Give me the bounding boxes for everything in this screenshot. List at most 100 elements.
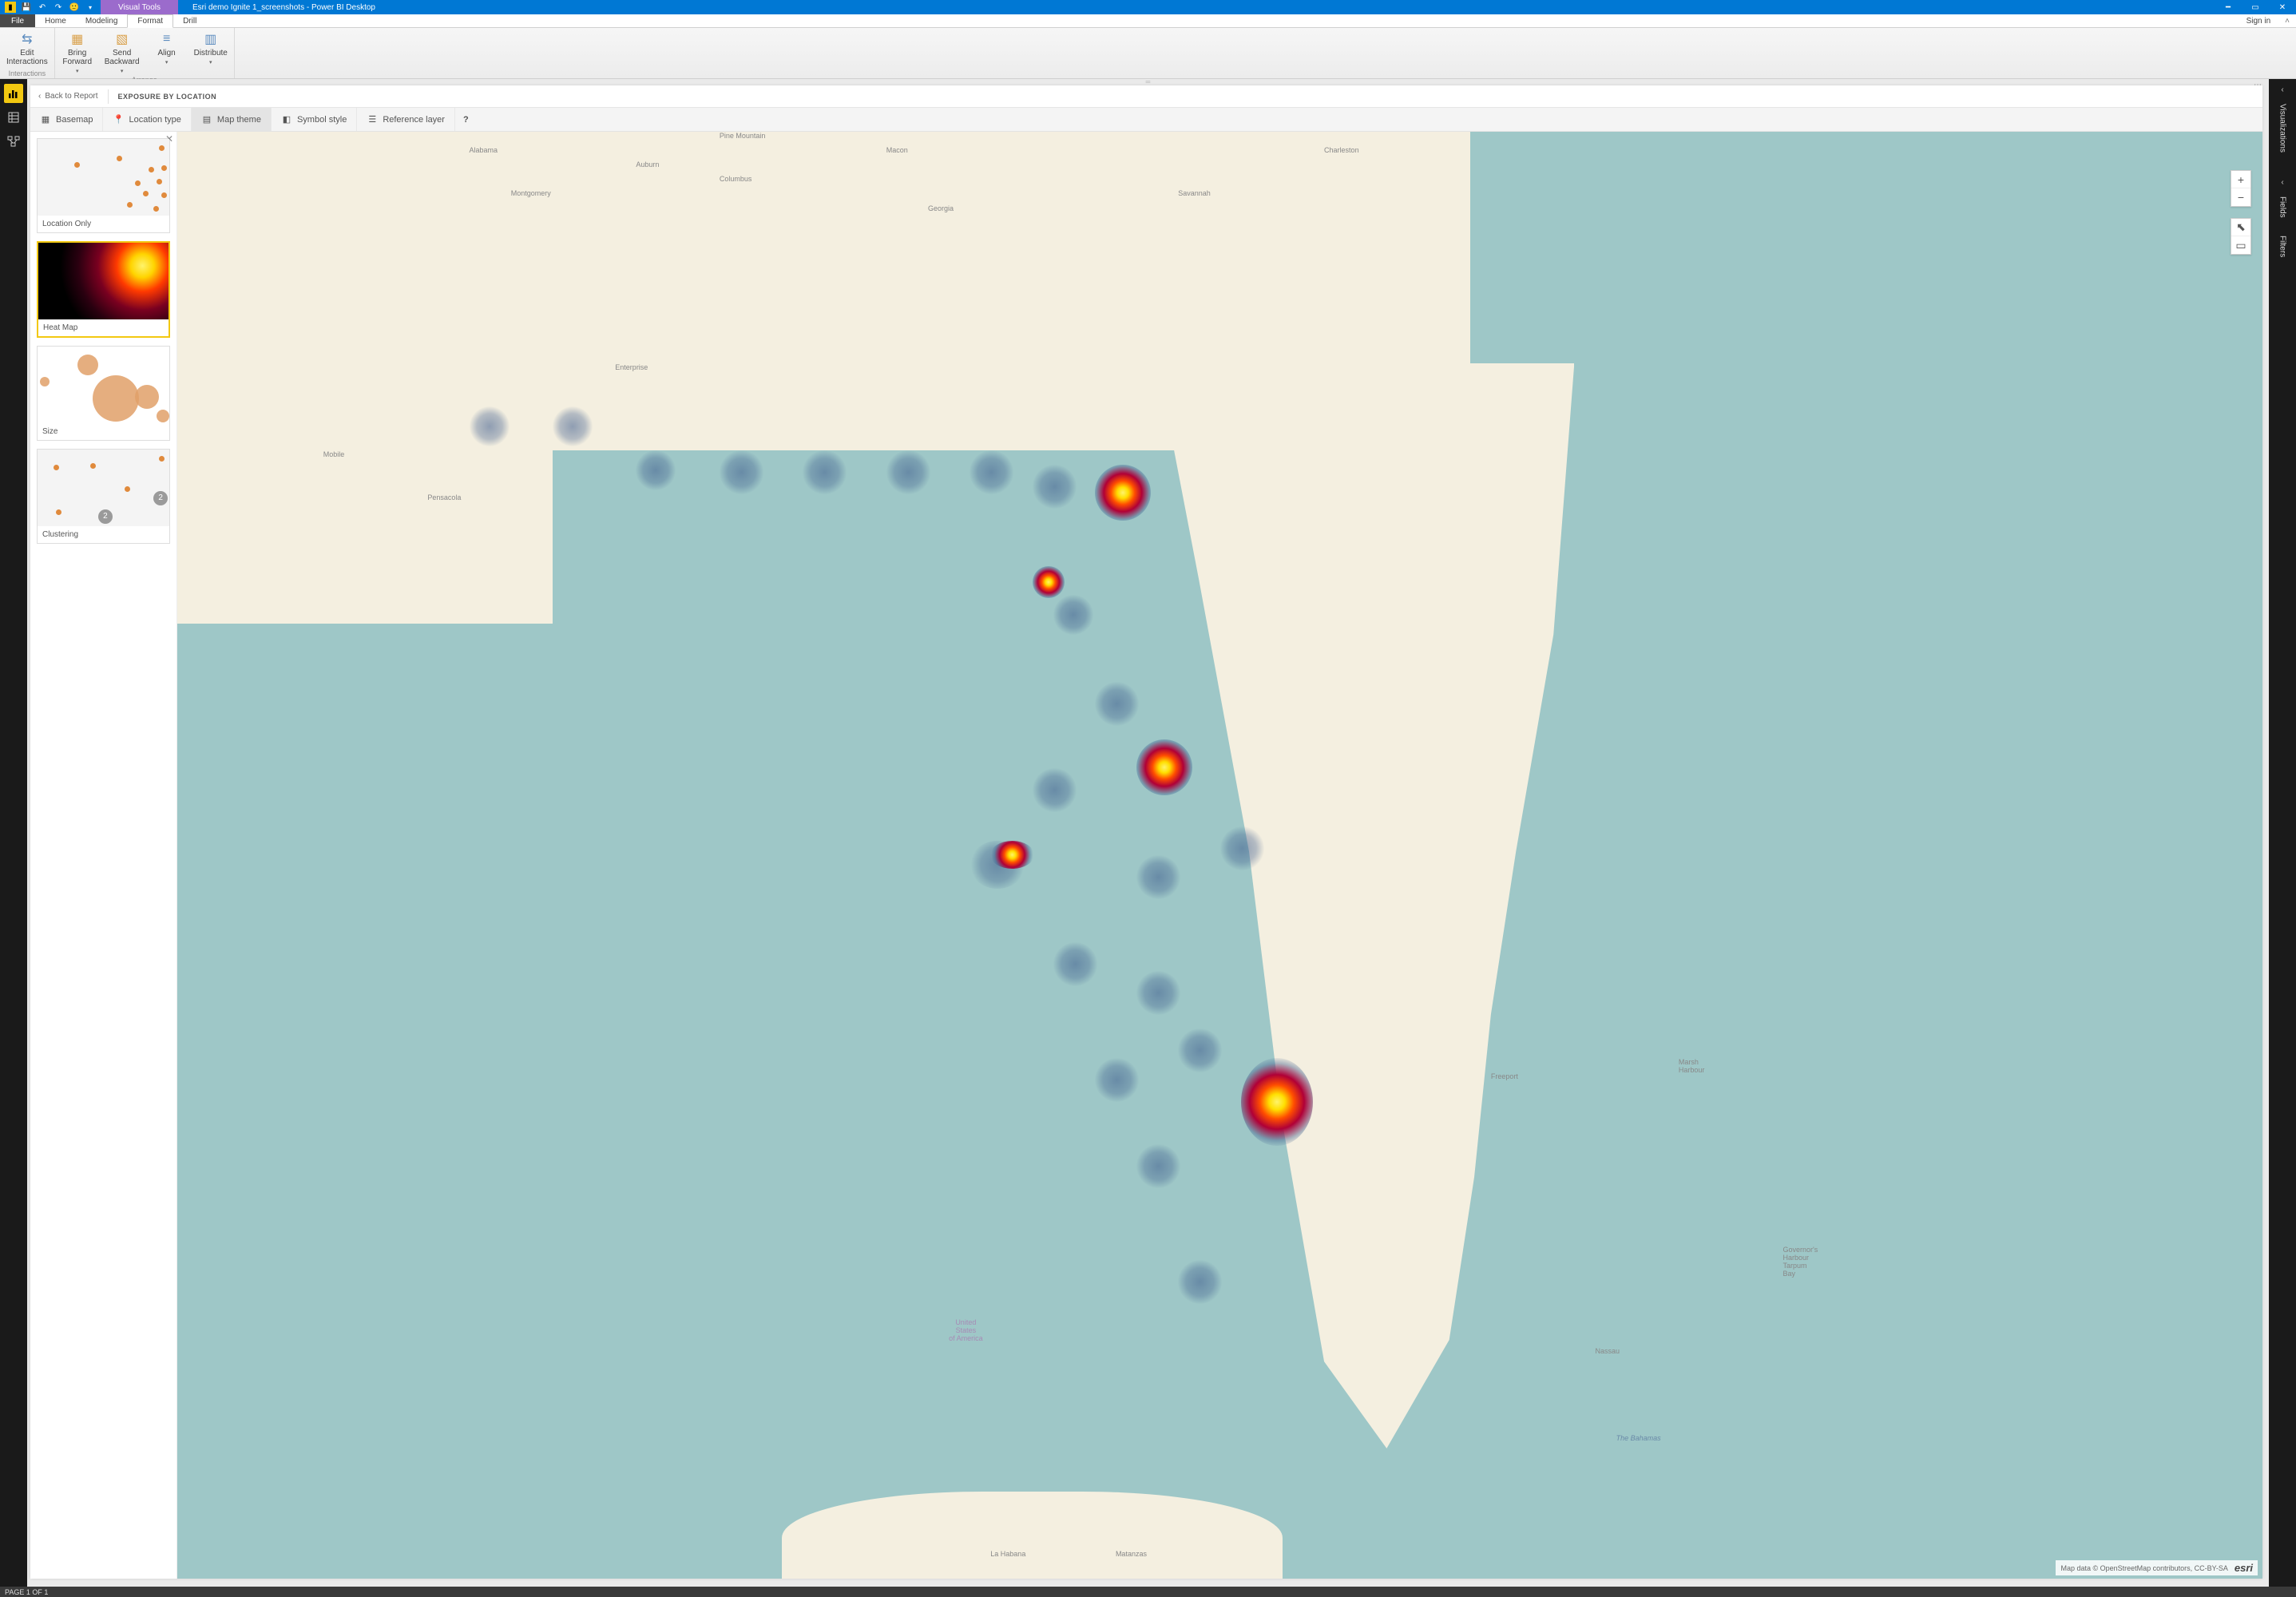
- pointer-tool-icon[interactable]: ⬉: [2231, 219, 2250, 236]
- map-canvas[interactable]: Montgomery Alabama Auburn Columbus Pine …: [177, 132, 2262, 1579]
- panel-filters[interactable]: Filters: [2278, 236, 2287, 257]
- zoom-out-button[interactable]: −: [2231, 188, 2250, 206]
- redo-icon[interactable]: ↷: [53, 2, 64, 13]
- ribbon-group-arrange: ▦ Bring Forward ▾ ▧ Send Backward ▾ ≡ Al…: [55, 28, 235, 78]
- city-savannah: Savannah: [1178, 189, 1211, 197]
- back-to-report-link[interactable]: ‹ Back to Report: [38, 92, 98, 101]
- distribute-button[interactable]: ▥ Distribute ▾: [192, 30, 229, 67]
- city-matanzas: Matanzas: [1116, 1550, 1147, 1558]
- tab-format[interactable]: Format: [127, 14, 173, 28]
- size-theme-label: Size: [38, 423, 169, 440]
- symbol-style-label: Symbol style: [297, 115, 347, 125]
- save-icon[interactable]: 💾: [21, 2, 32, 13]
- right-panels: ‹ Visualizations ‹ Fields Filters: [2269, 79, 2296, 1587]
- map-area: ✕: [30, 132, 2262, 1579]
- select-rect-icon[interactable]: ▭: [2231, 236, 2250, 254]
- basemap-tool[interactable]: ▦ Basemap: [30, 108, 103, 131]
- label-bahamas: The Bahamas: [1616, 1434, 1661, 1442]
- workspace: ═ ⋯ ‹ Back to Report EXPOSURE BY LOCATIO…: [0, 79, 2296, 1587]
- city-marsh: Marsh Harbour: [1679, 1058, 1705, 1074]
- titlebar: ▮ 💾 ↶ ↷ 🙂 ▾ Visual Tools Esri demo Ignit…: [0, 0, 2296, 14]
- theme-location-only[interactable]: Location Only: [37, 138, 170, 233]
- panel-fields[interactable]: Fields: [2278, 196, 2287, 218]
- window-title: Esri demo Ignite 1_screenshots - Power B…: [192, 3, 2215, 12]
- align-label: Align: [157, 49, 175, 57]
- tab-home[interactable]: Home: [35, 14, 76, 27]
- theme-size[interactable]: Size: [37, 346, 170, 441]
- contextual-tab-visual-tools[interactable]: Visual Tools: [101, 0, 178, 14]
- size-thumb: [38, 347, 169, 423]
- edit-interactions-button[interactable]: ⇆ Edit Interactions: [5, 30, 50, 68]
- visual-header: ‹ Back to Report EXPOSURE BY LOCATION: [30, 85, 2262, 108]
- visual-title: EXPOSURE BY LOCATION: [118, 93, 217, 101]
- align-button[interactable]: ≡ Align ▾: [149, 30, 184, 67]
- data-view-icon[interactable]: [4, 108, 23, 127]
- label-usa: United States of America: [949, 1318, 983, 1342]
- help-button[interactable]: ?: [455, 108, 477, 131]
- theme-clustering[interactable]: 2 2 Clustering: [37, 449, 170, 544]
- city-pensacola: Pensacola: [427, 493, 461, 501]
- ribbon-group-interactions: ⇆ Edit Interactions Interactions: [0, 28, 55, 78]
- heat-map-label: Heat Map: [38, 319, 169, 336]
- report-view-icon[interactable]: [4, 84, 23, 103]
- close-button[interactable]: ✕: [2269, 0, 2296, 14]
- symbol-style-tool[interactable]: ◧ Symbol style: [272, 108, 357, 131]
- file-tab[interactable]: File: [0, 14, 35, 27]
- cluster-badge: 2: [153, 491, 168, 505]
- theme-panel: ✕: [30, 132, 177, 1579]
- app-icon: ▮: [5, 2, 16, 13]
- sign-in-link[interactable]: Sign in: [2239, 14, 2279, 27]
- minimize-button[interactable]: ━: [2215, 0, 2242, 14]
- zoom-in-button[interactable]: +: [2231, 171, 2250, 188]
- smiley-icon[interactable]: 🙂: [69, 2, 80, 13]
- drag-handle-icon[interactable]: ═: [1136, 79, 1160, 84]
- select-tools: ⬉ ▭: [2231, 218, 2251, 255]
- attribution-text: Map data © OpenStreetMap contributors, C…: [2060, 1564, 2227, 1572]
- qat-dropdown-icon[interactable]: ▾: [85, 2, 96, 13]
- status-bar: PAGE 1 OF 1: [0, 1587, 2296, 1597]
- align-icon: ≡: [159, 31, 175, 47]
- model-view-icon[interactable]: [4, 132, 23, 151]
- theme-heat-map[interactable]: Heat Map: [37, 241, 170, 338]
- interactions-icon: ⇆: [19, 31, 35, 47]
- page-indicator: PAGE 1 OF 1: [5, 1588, 48, 1596]
- send-backward-icon: ▧: [114, 31, 130, 47]
- city-montgomery: Montgomery: [511, 189, 551, 197]
- state-alabama: Alabama: [470, 146, 498, 154]
- collapse-ribbon-icon[interactable]: ˄: [2278, 14, 2296, 27]
- report-canvas: ═ ⋯ ‹ Back to Report EXPOSURE BY LOCATIO…: [27, 79, 2269, 1587]
- city-lahabana: La Habana: [990, 1550, 1025, 1558]
- panel-visualizations[interactable]: Visualizations: [2278, 104, 2287, 153]
- location-type-tool[interactable]: 📍 Location type: [103, 108, 191, 131]
- zoom-control: + −: [2231, 170, 2251, 207]
- group-label-interactions: Interactions: [5, 69, 50, 78]
- send-backward-label: Send Backward: [105, 49, 140, 66]
- map-theme-tool[interactable]: ▤ Map theme: [192, 108, 272, 131]
- quick-access-toolbar: ▮ 💾 ↶ ↷ 🙂 ▾: [0, 2, 101, 13]
- basemap-icon: ▦: [40, 114, 51, 125]
- bring-forward-label: Bring Forward: [62, 49, 92, 66]
- tab-drill[interactable]: Drill: [173, 14, 206, 27]
- window-controls: ━ ▭ ✕: [2215, 0, 2296, 14]
- maximize-button[interactable]: ▭: [2242, 0, 2269, 14]
- undo-icon[interactable]: ↶: [37, 2, 48, 13]
- location-only-label: Location Only: [38, 216, 169, 232]
- reference-layer-tool[interactable]: ☰ Reference layer: [357, 108, 455, 131]
- city-enterprise: Enterprise: [615, 363, 648, 371]
- bring-forward-button[interactable]: ▦ Bring Forward ▾: [60, 30, 95, 76]
- map-theme-label: Map theme: [217, 115, 261, 125]
- tab-modeling[interactable]: Modeling: [76, 14, 128, 27]
- city-columbus: Columbus: [720, 175, 752, 183]
- expand-panel-icon-2[interactable]: ‹: [2281, 178, 2283, 187]
- expand-panel-icon-1[interactable]: ‹: [2281, 85, 2283, 94]
- esri-toolbar: ▦ Basemap 📍 Location type ▤ Map theme ◧ …: [30, 108, 2262, 132]
- visual-frame: ‹ Back to Report EXPOSURE BY LOCATION ▦ …: [30, 85, 2262, 1579]
- map-attribution: Map data © OpenStreetMap contributors, C…: [2056, 1560, 2258, 1575]
- divider: [108, 89, 109, 104]
- cluster-badge-2: 2: [98, 509, 113, 524]
- chevron-left-icon: ‹: [38, 92, 41, 101]
- send-backward-button[interactable]: ▧ Send Backward ▾: [103, 30, 141, 76]
- ribbon: ⇆ Edit Interactions Interactions ▦ Bring…: [0, 28, 2296, 79]
- basemap-label: Basemap: [56, 115, 93, 125]
- city-auburn: Auburn: [636, 160, 659, 168]
